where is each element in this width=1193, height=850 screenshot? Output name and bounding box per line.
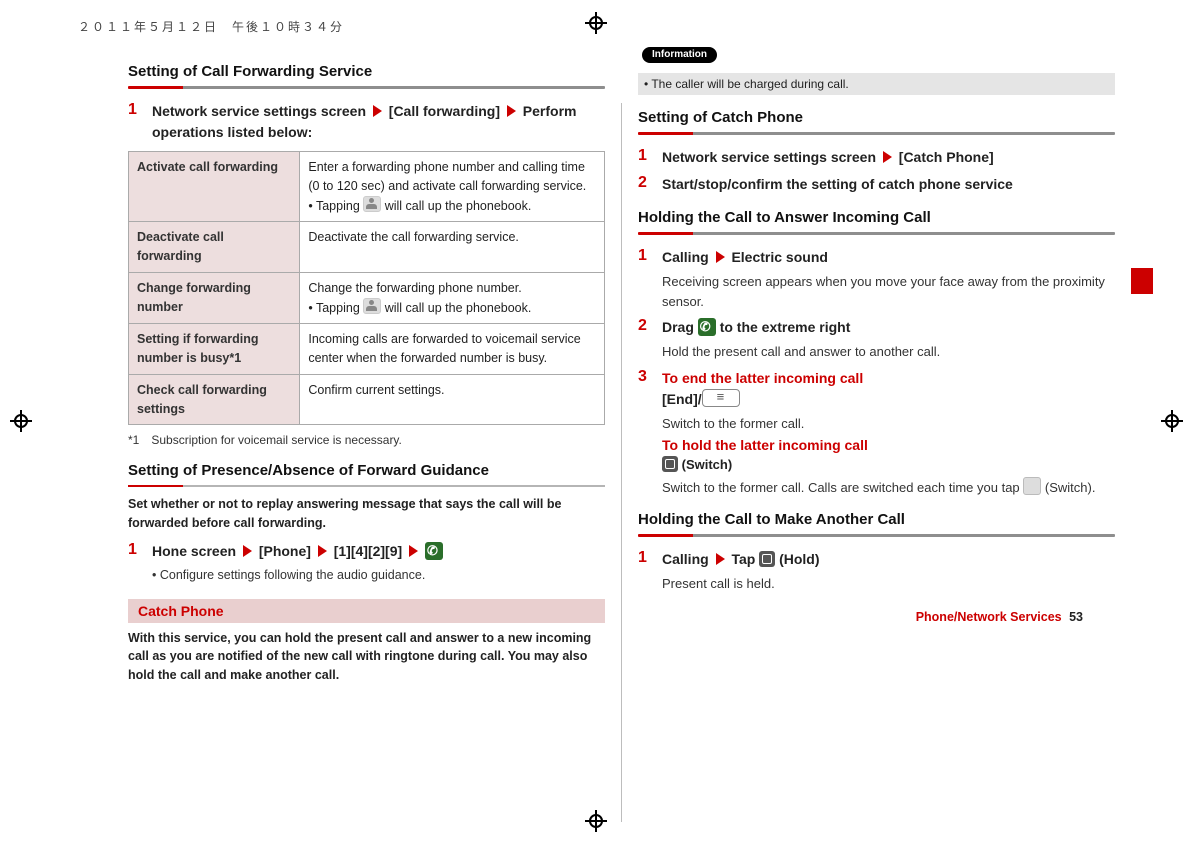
person-icon — [363, 298, 381, 314]
step-subtext: Switch to the former call. Calls are swi… — [662, 477, 1115, 498]
registration-mark-icon — [10, 410, 32, 432]
table-row: Activate call forwarding Enter a forward… — [129, 152, 605, 222]
arrow-icon — [716, 251, 725, 263]
table-row: Check call forwarding settings Confirm c… — [129, 374, 605, 425]
heading-forward-guidance: Setting of Presence/Absence of Forward G… — [128, 462, 605, 479]
switch-icon — [662, 456, 678, 472]
step-number: 2 — [638, 174, 652, 195]
step-text: Start/stop/confirm the setting of catch … — [662, 174, 1115, 195]
step-text: Network service settings screen [Catch P… — [662, 147, 1115, 168]
call-icon — [425, 542, 443, 560]
heading-holding-make-call: Holding the Call to Make Another Call — [638, 511, 1115, 528]
step-text: Drag to the extreme right — [662, 317, 1115, 338]
table-row: Deactivate call forwarding Deactivate th… — [129, 222, 605, 273]
step-text: Calling Tap (Hold) — [662, 549, 1115, 570]
arrow-icon — [409, 545, 418, 557]
step-number: 1 — [128, 541, 142, 562]
heading-holding-answer: Holding the Call to Answer Incoming Call — [638, 209, 1115, 226]
information-text: • The caller will be charged during call… — [638, 73, 1115, 95]
person-icon — [363, 196, 381, 212]
step-text: Hone screen [Phone] [1][4][2][9] — [152, 541, 605, 562]
section-band-catch-phone: Catch Phone — [128, 599, 605, 623]
step-subtext-red: To hold the latter incoming call — [662, 437, 1115, 453]
step-number: 2 — [638, 317, 652, 338]
section-intro: With this service, you can hold the pres… — [128, 629, 605, 685]
switch-icon — [1023, 477, 1041, 495]
arrow-icon — [243, 545, 252, 557]
registration-mark-icon — [1161, 410, 1183, 432]
menu-button-icon — [702, 389, 740, 407]
column-separator — [621, 103, 622, 822]
step-subtext: Hold the present call and answer to anot… — [662, 342, 1115, 362]
step-number: 1 — [638, 549, 652, 570]
step-text: To end the latter incoming call [End]/ — [662, 368, 1115, 410]
heading-setting-catch-phone: Setting of Catch Phone — [638, 109, 1115, 126]
step-number: 1 — [638, 147, 652, 168]
arrow-icon — [318, 545, 327, 557]
footnote: *1 Subscription for voicemail service is… — [128, 431, 605, 448]
right-column: Information • The caller will be charged… — [638, 49, 1115, 830]
step-number: 1 — [638, 247, 652, 268]
arrow-icon — [883, 151, 892, 163]
heading-intro: Set whether or not to replay answering m… — [128, 495, 605, 533]
step-subtext: Present call is held. — [662, 574, 1115, 594]
arrow-icon — [373, 105, 382, 117]
step-subtext: (Switch) — [662, 455, 1115, 475]
step-number: 1 — [128, 101, 142, 143]
page-footer: Phone/Network Services 53 — [638, 610, 1083, 624]
step-text: Network service settings screen [Call fo… — [152, 101, 605, 143]
step-number: 3 — [638, 368, 652, 410]
step-subtext: Receiving screen appears when you move y… — [662, 272, 1115, 311]
call-icon — [698, 318, 716, 336]
step-text: Calling Electric sound — [662, 247, 1115, 268]
table-row: Change forwarding number Change the forw… — [129, 272, 605, 324]
left-column: Setting of Call Forwarding Service 1 Net… — [128, 49, 605, 830]
table-row: Setting if forwarding number is busy*1 I… — [129, 324, 605, 375]
arrow-icon — [507, 105, 516, 117]
heading-call-forwarding: Setting of Call Forwarding Service — [128, 63, 605, 80]
options-table: Activate call forwarding Enter a forward… — [128, 151, 605, 425]
print-timestamp: ２０１１年５月１２日 午後１０時３４分 — [78, 18, 1143, 35]
hold-icon — [759, 551, 775, 567]
information-badge: Information — [642, 47, 717, 63]
arrow-icon — [716, 553, 725, 565]
step-subtext: Switch to the former call. — [662, 414, 1115, 434]
step-note: Configure settings following the audio g… — [152, 566, 605, 585]
